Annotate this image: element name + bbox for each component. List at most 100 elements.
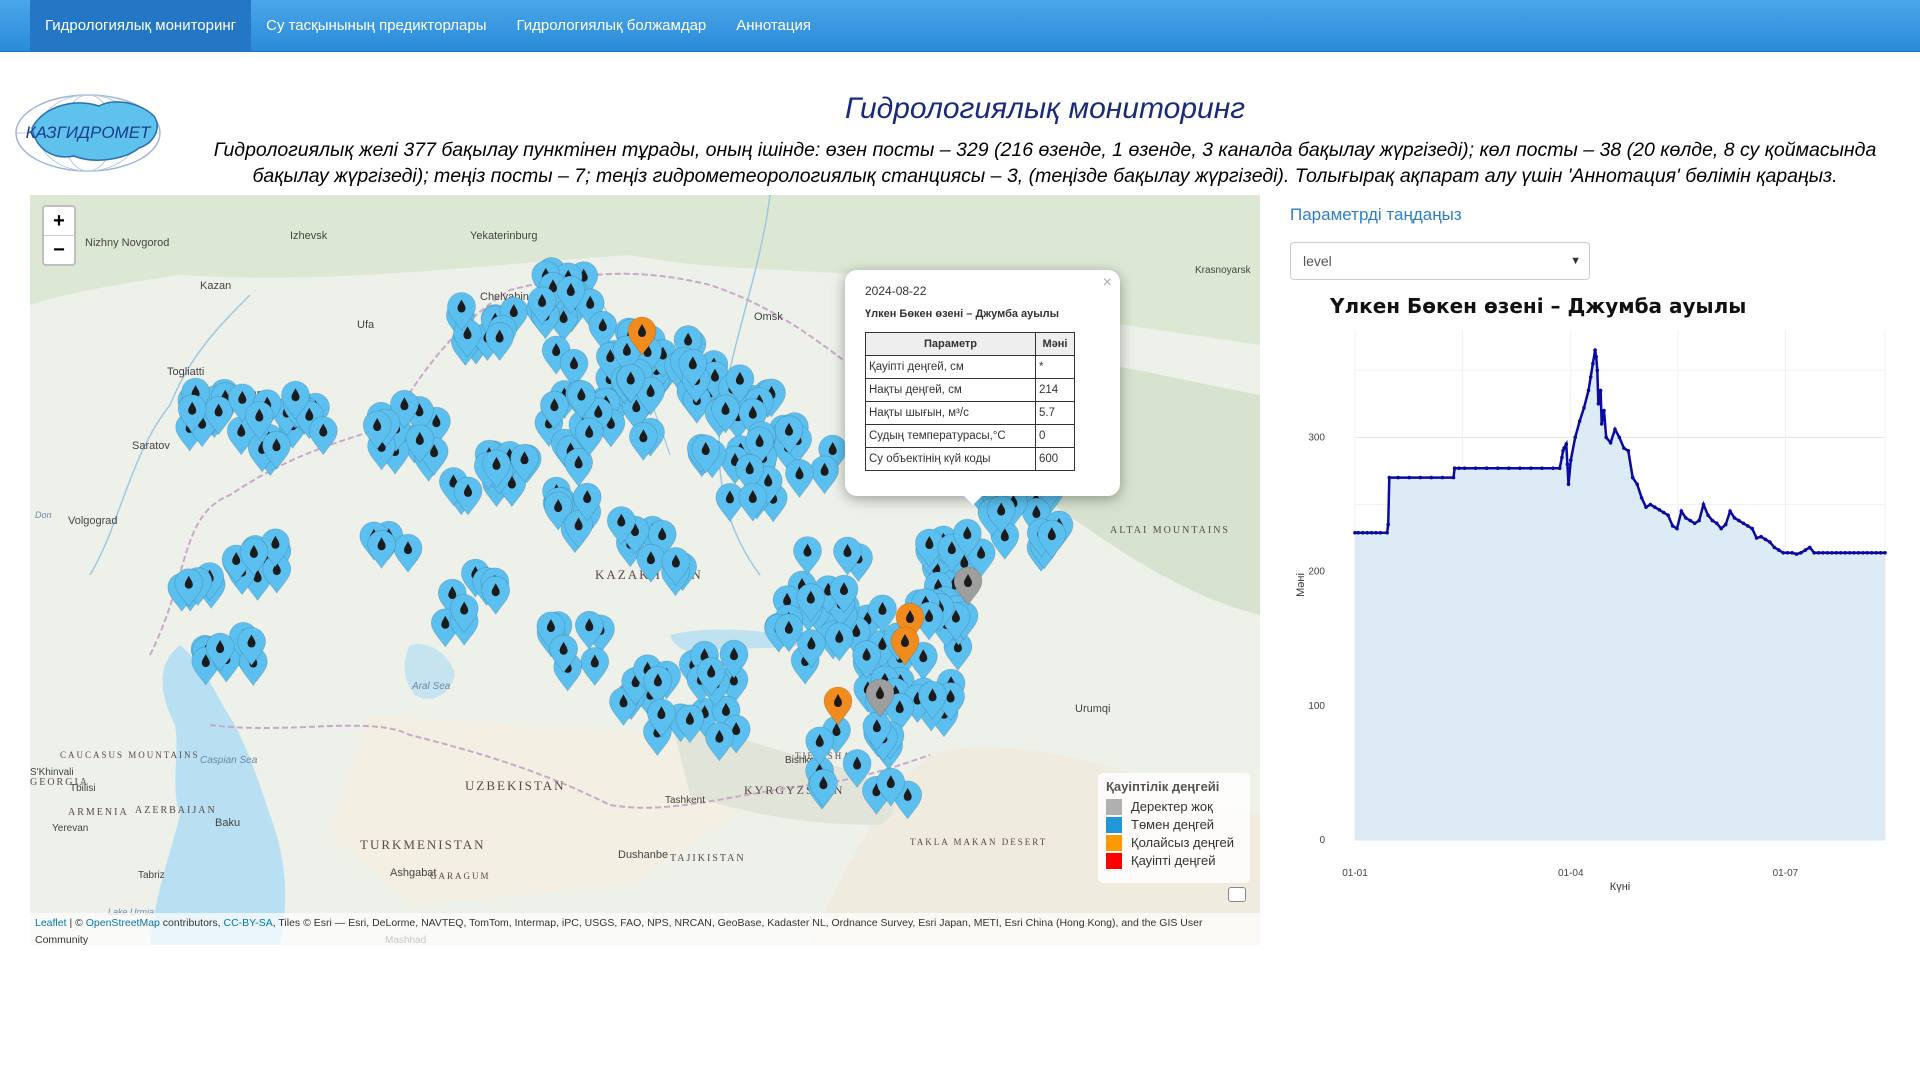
station-pin	[308, 416, 338, 456]
chart-point	[1639, 496, 1644, 500]
chart-point	[1518, 466, 1522, 470]
station-pin	[810, 455, 839, 495]
chart-point	[1562, 446, 1566, 450]
zoom-in-button[interactable]: +	[44, 207, 74, 235]
chart-point	[1830, 551, 1834, 555]
legend-swatch-gray	[1106, 799, 1122, 815]
chart-point	[1540, 466, 1544, 470]
chart-point	[1365, 530, 1369, 535]
chart-point	[1834, 551, 1839, 555]
kazhydromet-logo: КАЗГИДРОМЕТ	[15, 94, 161, 172]
zoom-out-button[interactable]: −	[44, 235, 74, 264]
y-tick-label: 200	[1308, 567, 1325, 578]
chart-point	[1692, 521, 1697, 526]
chart-point	[1630, 475, 1635, 480]
osm-link[interactable]: OpenStreetMap	[86, 917, 160, 929]
chart-point	[1613, 427, 1617, 432]
chart-point	[1582, 406, 1586, 410]
chart-point	[1644, 505, 1648, 509]
map-legend: Қауіптілік деңгейі Деректер жоқ Төмен де…	[1098, 773, 1250, 883]
chart-point	[1697, 518, 1701, 523]
chart-point	[1451, 475, 1456, 480]
chart-point	[1825, 551, 1830, 555]
chart-point	[1675, 526, 1679, 531]
chart-point	[1661, 510, 1666, 515]
legend-item-low: Төмен деңгей	[1106, 816, 1242, 834]
station-pin	[805, 726, 835, 766]
chart-point	[1847, 551, 1852, 555]
stations-map[interactable]: Izhevsk Yekaterinburg Nizhny Novgorod Kazan…	[30, 195, 1260, 945]
chart-point	[1719, 526, 1723, 531]
chart-point	[1586, 388, 1591, 393]
chart-point	[1759, 534, 1763, 539]
chart-point	[1396, 475, 1400, 480]
chart-point	[1701, 502, 1706, 507]
layer-toggle-checkbox[interactable]	[1228, 887, 1246, 902]
nav-item-annotation[interactable]: Аннотация	[721, 0, 826, 51]
chart-point	[1604, 435, 1608, 440]
chart-point	[1878, 551, 1883, 555]
chart-point	[1560, 455, 1564, 460]
chart-point	[1723, 522, 1728, 527]
chart-point	[1598, 388, 1603, 393]
chart-point	[1385, 530, 1389, 535]
chart-point	[1557, 466, 1562, 470]
chart-point	[1746, 524, 1750, 528]
popup-station-name: Үлкен Бөкен өзені – Джумба ауылы	[865, 308, 1060, 320]
table-row: Су объектінің күй коды 600	[865, 447, 1075, 471]
chart-point	[1565, 462, 1570, 466]
chart-point	[1386, 522, 1390, 527]
chart-point	[1626, 449, 1631, 453]
station-pin	[481, 575, 511, 615]
legend-swatch-red	[1106, 853, 1122, 869]
popup-header-param: Параметр	[865, 332, 1036, 356]
legend-item-no-data: Деректер жоқ	[1106, 798, 1242, 816]
popup-close-icon[interactable]: ×	[1103, 274, 1112, 292]
zoom-control: + −	[42, 205, 76, 266]
leaflet-link[interactable]: Leaflet	[35, 917, 67, 929]
station-pin	[705, 722, 734, 762]
station-pin	[367, 529, 397, 569]
chart-point	[1670, 524, 1675, 528]
chart-point	[1353, 530, 1357, 535]
chart-point	[1378, 530, 1383, 535]
chart-point	[1790, 551, 1794, 555]
popup-header-value: Мәні	[1035, 332, 1075, 356]
table-row: Нақты шығын, м³/с 5.7	[865, 401, 1075, 425]
chart-point	[1808, 545, 1812, 550]
chart-point	[1529, 466, 1533, 470]
ccbysa-link[interactable]: CC-BY-SA	[224, 917, 273, 929]
chart-point	[1653, 505, 1657, 509]
legend-swatch-blue	[1106, 817, 1122, 833]
chart-point	[1593, 348, 1597, 352]
param-select[interactable]: level ▼	[1290, 242, 1590, 280]
station-pin	[393, 533, 423, 573]
page-description: Гидрологиялық желі 377 бақылау пунктінен…	[213, 139, 1877, 187]
chart-point	[1418, 475, 1423, 480]
nav-item-forecasts[interactable]: Гидрологиялық болжамдар	[502, 0, 722, 51]
chart-point	[1617, 435, 1622, 440]
chart-point	[1608, 440, 1613, 445]
station-pin	[809, 768, 838, 808]
chart-point	[1794, 552, 1799, 556]
chart-point	[1799, 551, 1803, 555]
nav-item-monitoring[interactable]: Гидрологиялық мониторинг	[30, 0, 252, 51]
x-axis-label: Күні	[1610, 881, 1630, 893]
x-tick-label: 01-01	[1342, 868, 1368, 879]
chart-plot: 0 100 200 300 01-01 01-04 01-07 Күні Мәні	[1295, 330, 1887, 893]
chart-point	[1803, 548, 1808, 552]
chart-point	[1457, 466, 1461, 470]
top-navbar: Гидрологиялық мониторинг Су тасқынының п…	[0, 0, 1920, 52]
legend-swatch-orange	[1106, 835, 1122, 851]
chart-point	[1869, 551, 1874, 555]
chart-point	[1648, 502, 1653, 507]
chart-point	[1573, 435, 1577, 440]
chart-point	[1462, 466, 1467, 470]
chart-point	[1838, 551, 1843, 555]
chart-point	[1564, 442, 1569, 446]
nav-item-predictors[interactable]: Су тасқынының предикторлары	[251, 0, 501, 51]
chart-point	[1473, 466, 1478, 470]
chevron-down-icon: ▼	[1570, 255, 1581, 267]
chart-point	[1356, 530, 1361, 535]
station-pin	[580, 647, 610, 687]
